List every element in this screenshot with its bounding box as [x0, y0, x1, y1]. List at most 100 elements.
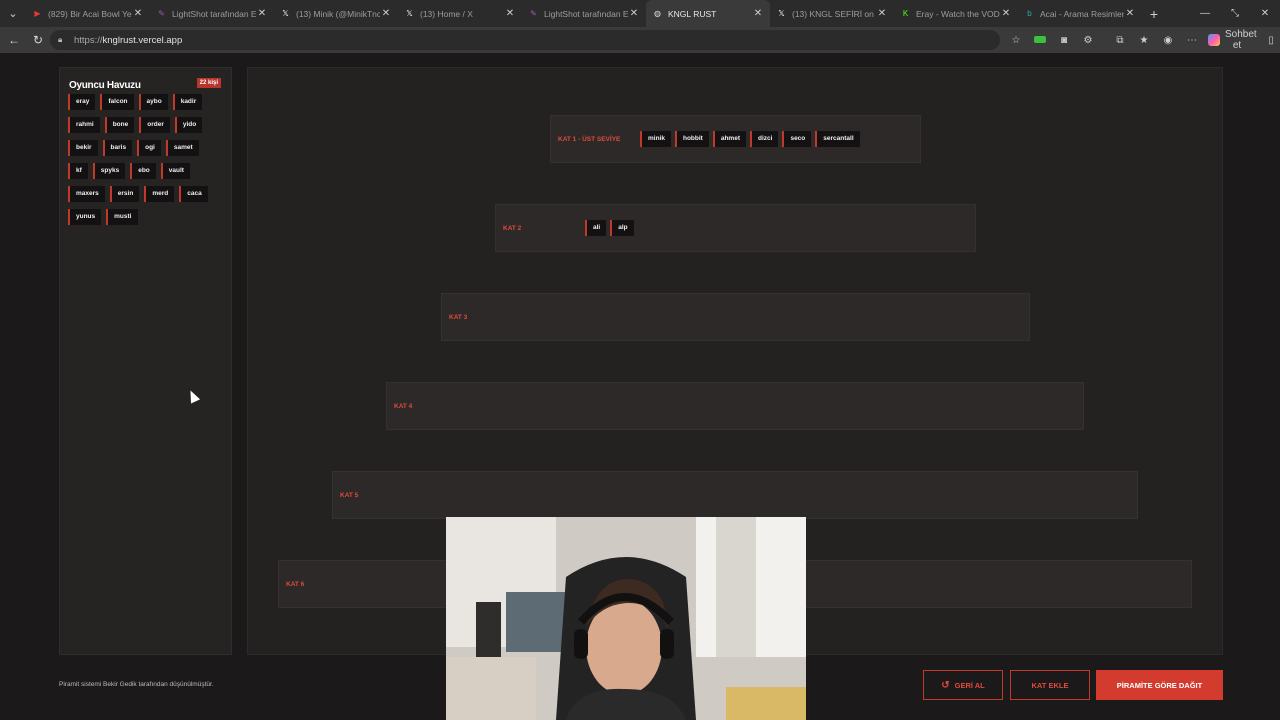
close-window-icon[interactable]: ✕: [1250, 0, 1280, 27]
tier-label: KAT 6: [286, 580, 305, 588]
close-tab-icon[interactable]: ✕: [876, 8, 888, 19]
minimize-icon[interactable]: —: [1190, 0, 1220, 27]
close-tab-icon[interactable]: ✕: [628, 8, 640, 19]
favorite-star-icon[interactable]: ☆: [1004, 35, 1028, 46]
extension-green-icon[interactable]: [1028, 35, 1052, 46]
tier-row[interactable]: KAT 2 ali alp: [495, 204, 976, 252]
tab-actions-menu-button[interactable]: ⌄: [0, 0, 26, 27]
tab-title: LightShot tarafından Ekran: [544, 8, 628, 19]
browser-tab[interactable]: ✎ LightShot tarafından Ekran✕: [522, 0, 646, 27]
player-chip[interactable]: aybo: [138, 94, 168, 110]
more-options-icon[interactable]: ⋯: [1180, 35, 1204, 46]
browser-tab[interactable]: 𝕏 (13) KNGL SEFİRİ on X ✕: [770, 0, 894, 27]
tab-title: (13) Minik (@MinikTncr): [296, 8, 380, 19]
add-tier-button[interactable]: KAT EKLE: [1010, 670, 1090, 700]
webcam-overlay: [446, 517, 806, 720]
player-chip[interactable]: kadir: [172, 94, 203, 110]
new-tab-button[interactable]: +: [1142, 6, 1166, 22]
player-chip[interactable]: falcon: [100, 94, 134, 110]
player-chip[interactable]: ali: [585, 220, 607, 236]
browser-tab[interactable]: b Acai - Arama Resimler ✕: [1018, 0, 1142, 27]
player-chip[interactable]: alp: [610, 220, 634, 236]
tier-row[interactable]: KAT 4: [386, 382, 1084, 430]
player-chip[interactable]: ebo: [130, 163, 156, 179]
back-icon[interactable]: ←: [2, 28, 26, 52]
player-chip[interactable]: baris: [102, 140, 133, 156]
extension-shield-icon[interactable]: ◙: [1052, 35, 1076, 46]
undo-button[interactable]: ↺ GERİ AL: [923, 670, 1003, 700]
browser-tab-bar: ⌄ ▶(829) Bir Acai Bowl Yemek✕ ✎ LightShot …: [0, 0, 1280, 27]
url-scheme: https://: [74, 34, 103, 46]
player-chip[interactable]: sercantall: [815, 131, 860, 147]
url-host: knglrust.vercel.app: [102, 34, 183, 46]
close-tab-icon[interactable]: ✕: [752, 8, 764, 19]
distribute-button[interactable]: PİRAMİTE GÖRE DAĞIT: [1096, 670, 1223, 700]
tier-row[interactable]: KAT 5: [332, 471, 1138, 519]
site-info-icon[interactable]: 🔒︎: [58, 35, 68, 45]
player-chip[interactable]: eray: [68, 94, 96, 110]
tab-title: LightShot tarafından Ekran: [172, 8, 256, 19]
player-chip[interactable]: hobbit: [674, 131, 709, 147]
player-chip[interactable]: seco: [782, 131, 812, 147]
player-chip[interactable]: dizci: [750, 131, 779, 147]
player-chip[interactable]: rahmi: [68, 117, 100, 133]
profile-avatar-icon[interactable]: ◉: [1156, 35, 1180, 46]
tier-row[interactable]: KAT 1 - ÜST SEVİYE minik hobbit ahmet dizci s…: [550, 115, 921, 163]
window-controls: — ⤡ ✕: [1190, 0, 1280, 27]
address-bar-row: ← ↻ 🔒︎ https:// knglrust.vercel.app ☆ ◙ …: [0, 27, 1280, 53]
x-icon: 𝕏: [282, 9, 289, 18]
tier-label: KAT 2: [503, 224, 522, 232]
url-field[interactable]: 🔒︎ https:// knglrust.vercel.app: [50, 30, 1000, 50]
player-chip[interactable]: kf: [68, 163, 88, 179]
split-screen-icon[interactable]: ⧉: [1108, 35, 1132, 46]
player-chip[interactable]: caca: [179, 186, 208, 202]
copilot-chat-button[interactable]: Sohbet et: [1208, 29, 1257, 51]
extensions-icon[interactable]: ⚙: [1076, 35, 1100, 46]
browser-tab[interactable]: 𝕏 (13) Minik (@MinikTncr) ✕: [274, 0, 398, 27]
player-chip[interactable]: maxers: [68, 186, 105, 202]
player-chip[interactable]: vault: [160, 163, 190, 179]
player-chip[interactable]: merd: [144, 186, 175, 202]
close-tab-icon[interactable]: ✕: [1124, 8, 1136, 19]
player-chip[interactable]: bone: [104, 117, 135, 133]
player-chip[interactable]: ahmet: [712, 131, 746, 147]
player-chip[interactable]: spyks: [92, 163, 126, 179]
globe-icon: ◍: [654, 9, 661, 18]
close-tab-icon[interactable]: ✕: [132, 8, 144, 19]
tier-row[interactable]: KAT 3: [441, 293, 1030, 341]
reload-icon[interactable]: ↻: [26, 28, 50, 52]
browser-tab[interactable]: ✎ LightShot tarafından Ekran✕: [150, 0, 274, 27]
youtube-icon: ▶: [34, 9, 41, 18]
lightshot-icon: ✎: [530, 9, 537, 18]
close-tab-icon[interactable]: ✕: [256, 8, 268, 19]
browser-tab[interactable]: ▶ (829) Bir Acai Bowl Yemek✕: [26, 0, 150, 27]
player-chip[interactable]: samet: [165, 140, 199, 156]
player-chip[interactable]: order: [139, 117, 170, 133]
close-tab-icon[interactable]: ✕: [380, 8, 392, 19]
close-tab-icon[interactable]: ✕: [1000, 8, 1012, 19]
player-chip[interactable]: musti: [106, 209, 138, 225]
tab-strip: ▶(829) Bir Acai Bowl Yemek✕ ✎ LightShot ta…: [26, 0, 1142, 27]
webcam-image: [446, 517, 806, 720]
player-chip[interactable]: yunus: [68, 209, 102, 225]
close-tab-icon[interactable]: ✕: [504, 8, 516, 19]
x-icon: 𝕏: [406, 9, 413, 18]
browser-tab[interactable]: K Eray - Watch the VOD ✕: [894, 0, 1018, 27]
undo-icon: ↺: [941, 679, 950, 691]
player-chip[interactable]: minik: [640, 131, 671, 147]
browser-tab[interactable]: ◍ KNGL RUST ✕: [646, 0, 770, 27]
browser-tab[interactable]: 𝕏 (13) Home / X ✕: [398, 0, 522, 27]
player-chip[interactable]: bekir: [68, 140, 98, 156]
tab-title: (13) KNGL SEFİRİ on X: [792, 8, 876, 19]
lightshot-icon: ✎: [158, 9, 165, 18]
tier-label: KAT 3: [449, 313, 468, 321]
bing-icon: b: [1027, 9, 1032, 18]
tier-label: KAT 5: [340, 491, 359, 499]
player-chip[interactable]: ogi: [137, 140, 161, 156]
favorites-icon[interactable]: ★: [1132, 35, 1156, 46]
sidebar-toggle-icon[interactable]: ▯: [1259, 35, 1280, 46]
kick-icon: K: [902, 9, 909, 18]
restore-icon[interactable]: ⤡: [1220, 0, 1250, 27]
player-chip[interactable]: yido: [174, 117, 203, 133]
player-chip[interactable]: ersin: [109, 186, 140, 202]
